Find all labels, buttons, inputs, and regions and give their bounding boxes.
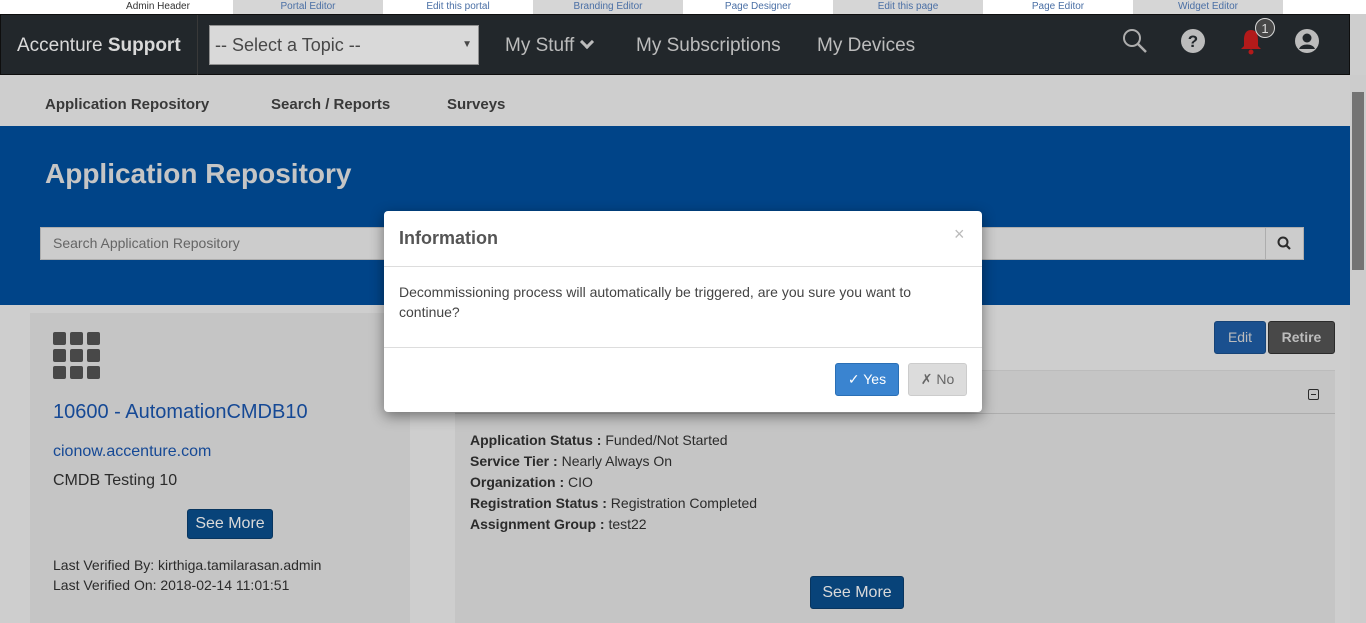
edit-page-link[interactable]: Edit this page [833, 0, 983, 14]
dialog-header-divider [384, 266, 982, 267]
close-icon[interactable]: × [954, 224, 965, 245]
dialog-title: Information [399, 228, 498, 248]
edit-portal-link[interactable]: Edit this portal [383, 0, 533, 14]
dialog-footer-divider [384, 347, 982, 348]
portal-editor-link[interactable]: Portal Editor [233, 0, 383, 14]
widget-editor-link[interactable]: Widget Editor [1133, 0, 1283, 14]
no-button[interactable]: ✗ No [908, 363, 967, 396]
information-dialog: Information × Decommissioning process wi… [384, 211, 982, 412]
admin-toolbar: Admin Header Portal Editor Edit this por… [0, 0, 1366, 14]
page-designer-link[interactable]: Page Designer [683, 0, 833, 14]
branding-editor-link[interactable]: Branding Editor [533, 0, 683, 14]
admin-header-link[interactable]: Admin Header [83, 0, 233, 14]
yes-button[interactable]: ✓ Yes [835, 363, 899, 396]
dialog-message: Decommissioning process will automatical… [399, 284, 912, 320]
page-editor-link[interactable]: Page Editor [983, 0, 1133, 14]
